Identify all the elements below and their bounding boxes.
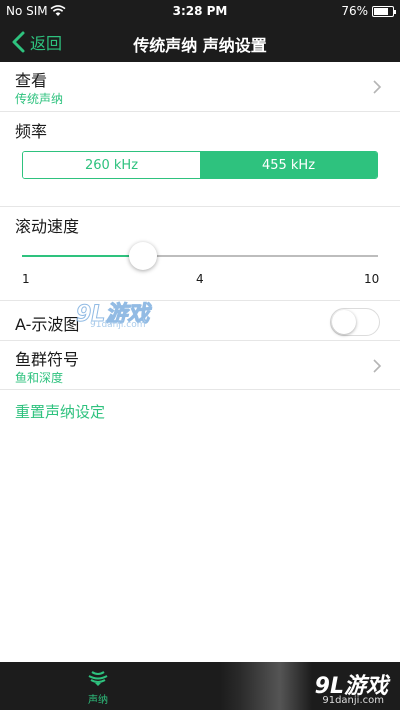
watermark-url: 91danji.com <box>90 320 146 330</box>
watermark: 9L游戏 91danji.com <box>75 296 149 331</box>
frequency-title: 频率 <box>15 122 48 141</box>
view-title: 查看 <box>15 71 48 90</box>
a-scope-title: A-示波图 <box>15 315 80 334</box>
slider-fill <box>22 255 144 257</box>
segment-260khz[interactable]: 260 kHz <box>23 152 200 178</box>
clock: 3:28 PM <box>172 4 228 18</box>
tab-sonar[interactable]: 声纳 <box>73 666 123 708</box>
fish-symbol-title: 鱼群符号 <box>15 350 80 369</box>
slider-thumb[interactable] <box>129 242 158 270</box>
scroll-speed-title: 滚动速度 <box>15 217 80 236</box>
battery-percent: 76% <box>341 4 368 18</box>
nav-bar: 返回 传统声纳 声纳设置 <box>0 22 400 62</box>
fish-symbol-row[interactable]: 鱼群符号 鱼和深度 <box>0 341 400 390</box>
frequency-segmented-control: 260 kHz 455 kHz <box>22 151 378 179</box>
page-title: 传统声纳 声纳设置 <box>133 36 267 55</box>
sonar-icon <box>88 671 108 686</box>
fish-symbol-value: 鱼和深度 <box>15 371 64 385</box>
slider-min-label: 1 <box>22 272 30 286</box>
scroll-speed-row: 滚动速度 <box>0 207 400 301</box>
a-scope-toggle[interactable] <box>330 308 380 336</box>
watermark-corner-url: 91danji.com <box>322 695 384 706</box>
battery-icon <box>372 6 396 17</box>
toggle-knob <box>332 310 356 334</box>
tab-sonar-label: 声纳 <box>88 695 108 706</box>
status-bar: No SIM 3:28 PM 76% <box>0 0 400 22</box>
chevron-right-icon <box>373 80 382 94</box>
watermark-corner: 9L游戏 91danji.com <box>298 668 388 708</box>
slider-max-label: 10 <box>364 272 380 286</box>
segment-455khz[interactable]: 455 kHz <box>200 152 377 178</box>
slider-mid-label: 4 <box>196 272 204 286</box>
reset-sonar-settings-link[interactable]: 重置声纳设定 <box>15 401 105 422</box>
chevron-right-icon <box>373 359 382 373</box>
view-row[interactable]: 查看 传统声纳 <box>0 62 400 112</box>
scroll-speed-slider[interactable] <box>22 242 378 270</box>
view-value: 传统声纳 <box>15 92 64 106</box>
